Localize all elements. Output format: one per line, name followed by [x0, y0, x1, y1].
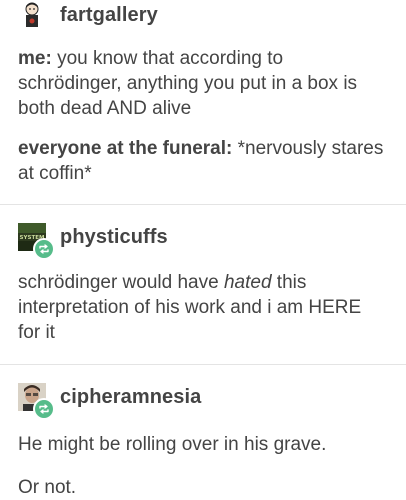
reblog-badge: [33, 398, 55, 420]
post-paragraph: Or not.: [18, 475, 398, 500]
post-paragraph: He might be rolling over in his grave.: [18, 432, 398, 457]
post-header: fartgallery: [18, 0, 388, 30]
post-header: SYSTEM physticuffs: [18, 222, 388, 260]
avatar-fartgallery[interactable]: [18, 1, 46, 29]
reblog-icon: [39, 244, 49, 254]
avatar-physticuffs[interactable]: SYSTEM: [18, 223, 55, 260]
speaker-label: everyone at the funeral:: [18, 138, 233, 159]
post-divider: [0, 364, 406, 365]
paragraph-text: schrödinger would have: [18, 272, 224, 293]
post-paragraph: me: you know that according to schröding…: [18, 46, 388, 121]
post-paragraph: schrödinger would have hated this interp…: [18, 270, 388, 345]
paragraph-text: Or not.: [18, 477, 77, 498]
post-paragraph: everyone at the funeral: *nervously star…: [18, 136, 388, 186]
post-physticuffs: SYSTEM physticuffs schrödinger would hav…: [0, 222, 406, 345]
reblog-icon: [39, 404, 49, 414]
post-divider: [0, 204, 406, 205]
paragraph-text: He might be rolling over in his grave.: [18, 434, 327, 455]
paragraph-text: you know that according to schrödinger, …: [18, 48, 358, 119]
post-cipheramnesia: cipheramnesia He might be rolling over i…: [0, 382, 406, 500]
cartoon-avatar-icon: [18, 1, 46, 29]
post-header: cipheramnesia: [18, 382, 388, 420]
emphasis-text: hated: [223, 272, 272, 293]
post-fartgallery: fartgallery me: you know that according …: [0, 0, 406, 186]
username[interactable]: fartgallery: [60, 4, 158, 27]
reblog-badge: [33, 238, 55, 260]
avatar-cipheramnesia[interactable]: [18, 383, 55, 420]
speaker-label: me:: [18, 48, 52, 69]
username[interactable]: physticuffs: [60, 226, 168, 249]
username[interactable]: cipheramnesia: [60, 386, 201, 409]
